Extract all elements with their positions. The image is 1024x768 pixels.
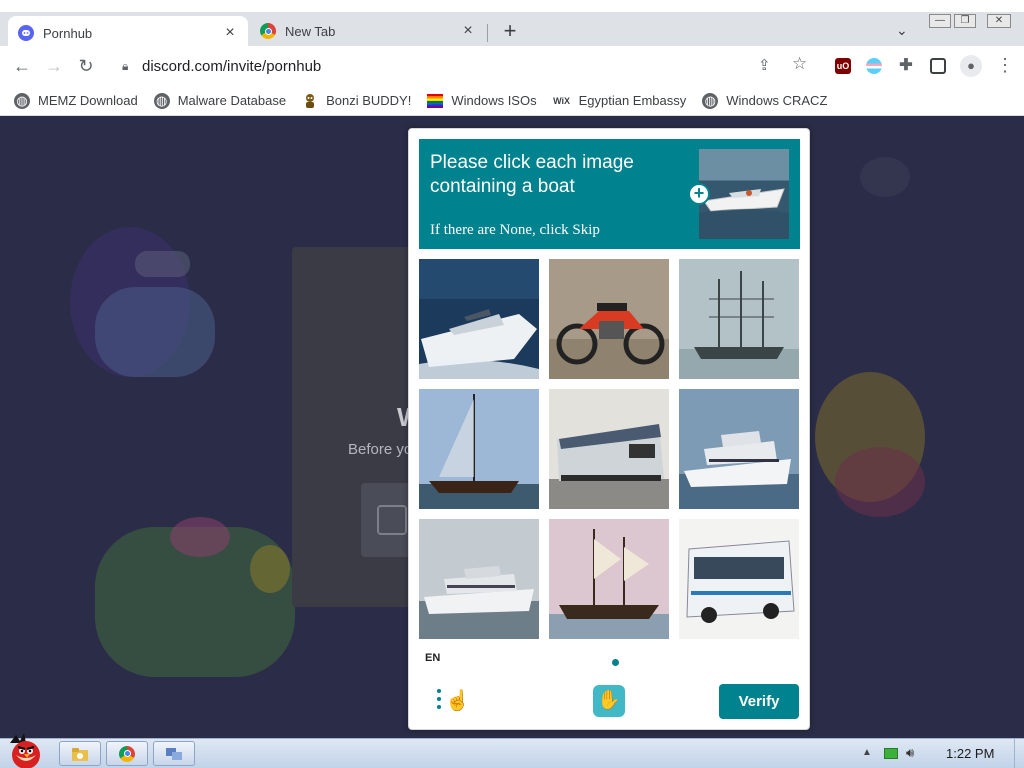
example-expand-icon[interactable]: +: [688, 183, 710, 205]
bookmark-label: Bonzi BUDDY!: [326, 93, 412, 108]
tab-search-chevron-icon[interactable]: ⌄: [896, 22, 908, 39]
bookmark-label: MEMZ Download: [38, 93, 138, 108]
taskbar-explorer-icon[interactable]: [59, 741, 101, 766]
bookmark-star-icon[interactable]: ☆: [792, 54, 807, 74]
bookmark-bonzi-buddy[interactable]: Bonzi BUDDY!: [302, 93, 411, 109]
tab-close-icon[interactable]: ×: [460, 22, 476, 40]
globe-icon: ◍: [153, 92, 170, 109]
motor-yacht-image: [419, 519, 539, 639]
network-status-icon[interactable]: [884, 748, 898, 759]
challenge-image-2[interactable]: [549, 259, 669, 379]
tab-strip: Pornhub × New Tab × + ⌄ — ❐ ✕: [0, 0, 1024, 50]
windows-flag-icon: [427, 93, 444, 109]
challenge-image-7[interactable]: [419, 519, 539, 639]
bg-illustration-speech-bubble: [135, 251, 190, 277]
tab-title: New Tab: [285, 23, 336, 39]
language-selector[interactable]: EN: [425, 652, 440, 664]
share-icon[interactable]: ⇪: [758, 56, 771, 74]
menu-dot: [437, 697, 441, 701]
bg-illustration-right-top: [860, 157, 910, 197]
minimize-button[interactable]: —: [929, 14, 951, 28]
bg-illustration-figure-left: [95, 287, 215, 377]
profile-avatar-icon[interactable]: ●: [960, 55, 982, 77]
challenge-image-3[interactable]: [679, 259, 799, 379]
chrome-icon: [260, 23, 276, 39]
wix-icon: WiX: [553, 95, 571, 106]
invite-subtext: Before yo: [348, 441, 413, 458]
bg-illustration-pink-hat: [170, 517, 230, 557]
menu-dot: [437, 689, 441, 693]
invite-checkbox: [377, 505, 407, 535]
tall-ship-image: [679, 259, 799, 379]
bus-image: [679, 519, 799, 639]
bookmark-label: Windows CRACZ: [726, 93, 828, 108]
bookmark-malware-database[interactable]: ◍ Malware Database: [153, 92, 287, 109]
show-desktop-button[interactable]: [1014, 739, 1024, 768]
tab-title: Pornhub: [43, 25, 93, 41]
taskbar-clock[interactable]: 1:22 PM: [946, 746, 994, 761]
tab-pornhub[interactable]: Pornhub ×: [8, 16, 248, 50]
bookmark-windows-cracz[interactable]: ◍ Windows CRACZ: [702, 92, 828, 109]
tray-expand-icon[interactable]: ▲: [862, 747, 872, 758]
extensions-puzzle-icon[interactable]: ✚: [898, 58, 914, 74]
motor-yacht-image: [419, 259, 539, 379]
url-text[interactable]: discord.com/invite/pornhub: [142, 58, 321, 75]
discord-icon: [18, 25, 34, 41]
menu-dot: [437, 705, 441, 709]
pirate-ship-image: [549, 519, 669, 639]
challenge-image-8[interactable]: [549, 519, 669, 639]
challenge-instruction: Please click each image containing a boa…: [430, 152, 634, 197]
ublock-icon[interactable]: uO: [835, 58, 851, 74]
challenge-image-5[interactable]: [549, 389, 669, 509]
sailboat-image: [419, 389, 539, 509]
lock-icon[interactable]: 🔒︎: [122, 59, 136, 74]
challenge-image-1[interactable]: [419, 259, 539, 379]
reload-icon[interactable]: ↻: [74, 54, 98, 78]
close-window-button[interactable]: ✕: [987, 14, 1011, 28]
browser-toolbar: ← → ↻ 🔒︎ discord.com/invite/pornhub ⇪ ☆ …: [0, 46, 1024, 86]
bg-illustration-yellow-bird: [250, 545, 290, 593]
tab-new-tab[interactable]: New Tab ×: [250, 16, 488, 46]
back-arrow-icon[interactable]: ←: [10, 54, 34, 78]
windows-taskbar: ▲ 🔊︎ 1:22 PM: [0, 733, 1024, 768]
taskbar-chrome-icon[interactable]: [106, 741, 148, 766]
bookmark-label: Malware Database: [177, 93, 287, 108]
new-tab-button[interactable]: +: [498, 20, 522, 44]
volume-icon[interactable]: 🔊︎: [906, 745, 914, 761]
challenge-image-9[interactable]: [679, 519, 799, 639]
challenge-skip-hint: If there are None, click Skip: [430, 222, 600, 238]
bookmark-egyptian-embassy[interactable]: WiX Egyptian Embassy: [553, 93, 687, 109]
white-yacht-image: [679, 389, 799, 509]
challenge-image-6[interactable]: [679, 389, 799, 509]
hand-pointer-cursor-icon: ☝: [445, 690, 470, 712]
restore-button[interactable]: ❐: [954, 14, 976, 28]
side-panel-icon[interactable]: [930, 58, 946, 74]
bookmarks-bar: ◍ MEMZ Download ◍ Malware Database Bonzi…: [0, 86, 1024, 116]
locomotive-image: [549, 389, 669, 509]
bonzi-icon: [302, 93, 318, 109]
example-boat-image[interactable]: [699, 149, 789, 239]
tab-close-icon[interactable]: ×: [222, 24, 238, 42]
hcaptcha-logo-icon: ✋: [593, 685, 625, 717]
hcaptcha-challenge: Please click each image containing a boa…: [408, 128, 810, 730]
start-button-angry-bird-icon[interactable]: [2, 733, 50, 768]
bookmark-label: Egyptian Embassy: [578, 93, 687, 108]
challenge-prompt: Please click each image containing a boa…: [419, 139, 800, 249]
motorcycle-image: [549, 259, 669, 379]
verify-button[interactable]: Verify: [719, 684, 799, 719]
challenge-image-grid: [419, 259, 800, 639]
globe-icon: ◍: [702, 92, 719, 109]
bookmark-memz-download[interactable]: ◍ MEMZ Download: [14, 92, 138, 109]
challenge-page-indicator: [612, 659, 619, 666]
address-bar[interactable]: 🔒︎ discord.com/invite/pornhub ⇪ ☆: [110, 51, 820, 81]
globe-icon: ◍: [14, 92, 30, 109]
taskbar-network-app-icon[interactable]: [153, 741, 195, 766]
forward-arrow-icon[interactable]: →: [42, 54, 66, 78]
bookmark-label: Windows ISOs: [451, 93, 537, 108]
bg-illustration-right-pink: [835, 447, 925, 517]
challenge-image-4[interactable]: [419, 389, 539, 509]
bookmark-windows-isos[interactable]: Windows ISOs: [427, 93, 537, 109]
more-vertical-icon[interactable]: ⋮: [996, 54, 1014, 76]
trans-flag-extension-icon[interactable]: [866, 58, 882, 74]
